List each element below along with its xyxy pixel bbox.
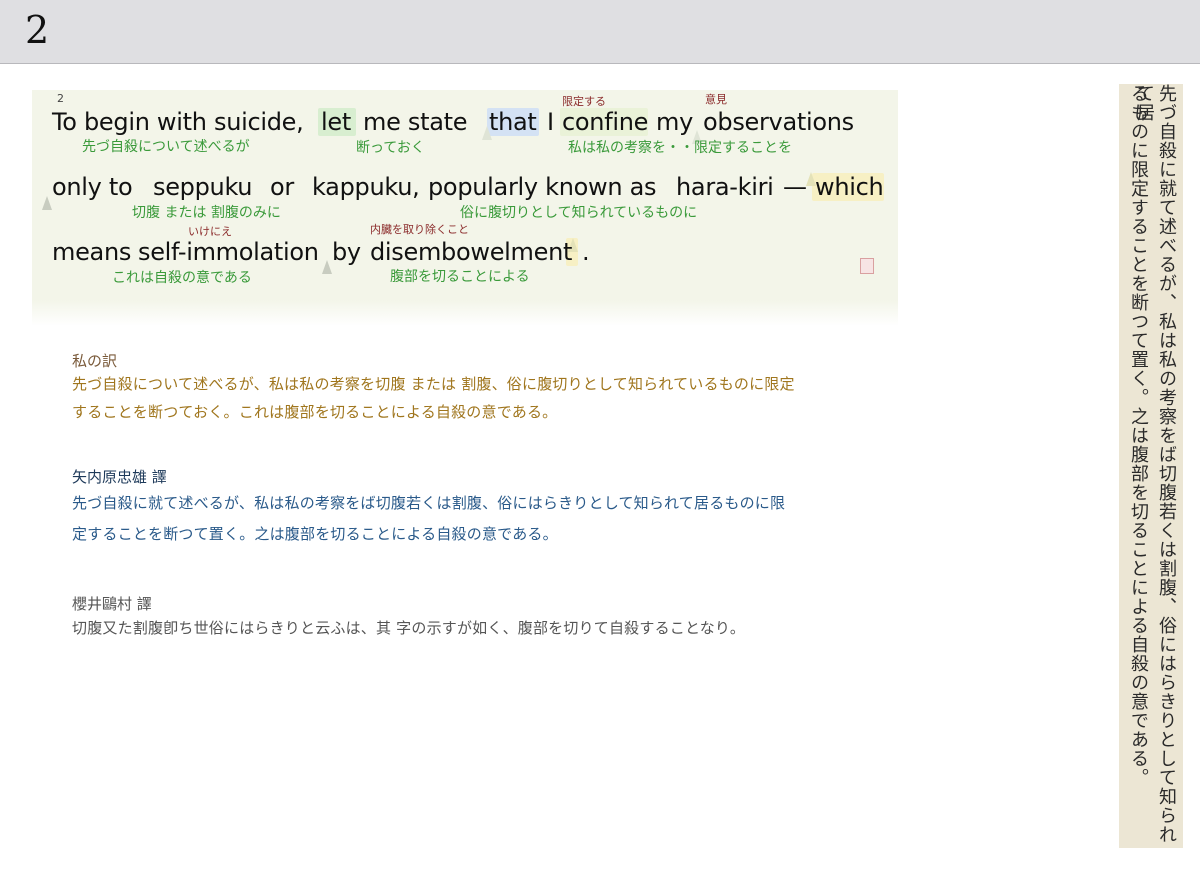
japanese-gloss: 俗に腹切りとして知られているものに <box>460 205 698 221</box>
top-bar: 2 <box>0 0 1200 64</box>
marker-triangle <box>42 196 52 210</box>
japanese-gloss: 私は私の考察を・・限定することを <box>568 140 792 156</box>
sakurai-translation-title: 櫻井鷗村 譯 <box>72 595 152 613</box>
english-word: self-immolation <box>138 238 319 266</box>
english-word: means <box>52 238 132 266</box>
ruby-note: 内臓を取り除くこと <box>370 223 469 236</box>
scanned-original-text: 先づ自殺に就て述べるが、私は私の考察をば切腹若くは割腹、俗にはらきりとして知られ… <box>1119 84 1183 848</box>
seal-stamp <box>860 258 874 274</box>
text-line: 先づ自殺について述べるが、私は私の考察を切腹 または 割腹、俗に腹切りとして知ら… <box>72 375 795 393</box>
japanese-gloss: 断っておく <box>356 140 425 156</box>
panel-fade <box>32 300 898 326</box>
english-word: . <box>582 238 590 266</box>
yanaihara-translation-text: 先づ自殺に就て述べるが、私は私の考察をば切腹若くは割腹、俗にはらきりとして知られ… <box>72 488 912 550</box>
ruby-note: 意見 <box>705 93 727 106</box>
english-word: that <box>489 108 537 136</box>
my-translation-text: 先づ自殺について述べるが、私は私の考察を切腹 または 割腹、俗に腹切りとして知ら… <box>72 370 912 426</box>
english-word: I <box>547 108 554 136</box>
scan-column-2: るものに限定することを断つて置く。之は腹部を切ることによる自殺の意である。 <box>1128 84 1149 787</box>
english-word: To begin with suicide, <box>52 108 304 136</box>
english-word: seppuku <box>153 173 253 201</box>
english-word: or <box>270 173 294 201</box>
english-word: kappuku, <box>312 173 420 201</box>
english-word: confine <box>562 108 649 136</box>
english-word: me state <box>363 108 468 136</box>
sakurai-translation-text: 切腹又た割腹卽ち世俗にはらきりと云ふは、其 字の示すが如く、腹部を切りて自殺する… <box>72 614 912 642</box>
english-word: only to <box>52 173 133 201</box>
english-word: hara-kiri <box>676 173 774 201</box>
my-translation-title: 私の訳 <box>72 352 118 370</box>
japanese-gloss: 腹部を切ることによる <box>390 269 530 285</box>
yanaihara-translation-title: 矢内原忠雄 譯 <box>72 468 167 486</box>
english-word: which <box>815 173 884 201</box>
english-word: my <box>656 108 693 136</box>
footnote-number: 2 <box>57 92 64 105</box>
page-number: 2 <box>25 8 50 52</box>
text-line: 定することを断つて置く。之は腹部を切ることによる自殺の意である。 <box>72 525 558 543</box>
japanese-gloss: 先づ自殺について述べるが <box>82 139 250 155</box>
english-word: — <box>783 173 807 201</box>
english-word: let <box>321 108 351 136</box>
text-line: することを断つておく。これは腹部を切ることによる自殺の意である。 <box>72 403 558 421</box>
japanese-gloss: 切腹 または 割腹のみに <box>132 205 281 221</box>
text-line: 切腹又た割腹卽ち世俗にはらきりと云ふは、其 字の示すが如く、腹部を切りて自殺する… <box>72 619 746 637</box>
marker-triangle <box>322 260 332 274</box>
english-word: by <box>332 238 361 266</box>
english-word: disembowelment <box>370 238 573 266</box>
english-word: observations <box>703 108 854 136</box>
english-word: popularly known as <box>428 173 657 201</box>
text-line: 先づ自殺に就て述べるが、私は私の考察をば切腹若くは割腹、俗にはらきりとして知られ… <box>72 494 786 512</box>
japanese-gloss: これは自殺の意である <box>112 270 252 286</box>
